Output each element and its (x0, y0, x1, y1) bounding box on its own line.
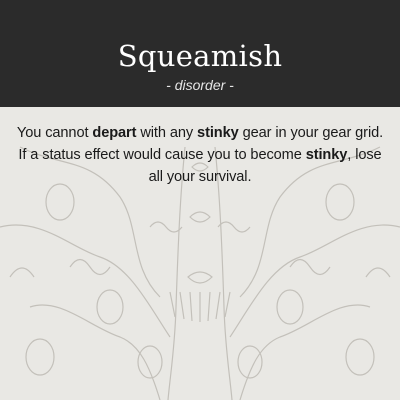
keyword-depart: depart (92, 125, 137, 141)
card-description: You cannot depart with any stinky gear i… (14, 122, 386, 188)
desc-part: You cannot (16, 125, 93, 141)
keyword-stinky: stinky (305, 147, 348, 163)
card-title: Squeamish (117, 39, 283, 73)
keyword-stinky: stinky (197, 125, 239, 141)
card-header: Squeamish - disorder - (0, 0, 400, 107)
desc-part: with any (136, 125, 198, 141)
card-subtitle: - disorder - (166, 77, 234, 93)
disorder-card: Squeamish - disorder - You cannot depart… (0, 0, 400, 400)
